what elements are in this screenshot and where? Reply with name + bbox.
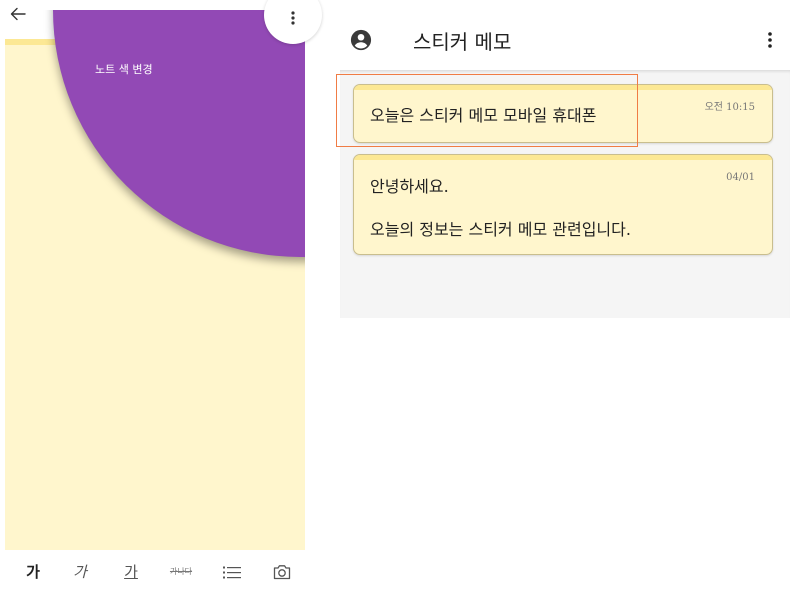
- strikethrough-button[interactable]: 가나다: [161, 557, 201, 587]
- note-card[interactable]: 안녕하세요. 오늘의 정보는 스티커 메모 관련입니다. 04/01: [353, 154, 773, 255]
- italic-button[interactable]: 가: [62, 557, 98, 587]
- format-toolbar: 가 가 가 가나다: [0, 557, 310, 587]
- color-menu: [5, 10, 305, 550]
- more-vertical-icon: [768, 32, 772, 48]
- account-circle-icon: [350, 29, 372, 51]
- back-button[interactable]: [6, 3, 30, 25]
- more-options-button[interactable]: [762, 28, 778, 52]
- note-color-bar: [354, 155, 772, 160]
- change-note-color-item[interactable]: 노트 색 변경: [95, 63, 153, 77]
- more-vertical-icon: [291, 11, 295, 25]
- account-button[interactable]: [350, 29, 372, 51]
- note-timestamp: 04/01: [726, 172, 755, 183]
- camera-icon: [273, 565, 291, 580]
- underline-button[interactable]: 가: [113, 557, 149, 587]
- note-line: 오늘의 정보는 스티커 메모 관련입니다.: [370, 220, 631, 239]
- note-text: 안녕하세요. 오늘의 정보는 스티커 메모 관련입니다.: [370, 176, 631, 241]
- color-menu-panel: [53, 10, 305, 257]
- note-timestamp: 오전 10:15: [704, 102, 755, 113]
- highlight-box: [336, 74, 638, 147]
- add-image-button[interactable]: [264, 557, 300, 587]
- page-title: 스티커 메모: [413, 30, 512, 54]
- arrow-left-icon: [10, 7, 26, 21]
- note-line: 안녕하세요.: [370, 177, 449, 196]
- bulleted-list-button[interactable]: [214, 557, 250, 587]
- note-editor: 노트 색 변경 가 가 가 가나다: [0, 0, 330, 596]
- list-icon: [223, 566, 241, 578]
- notes-list-screen: 스티커 메모 오늘은 스티커 메모 모바일 휴대폰 오전 10:15 안녕하세요…: [336, 0, 794, 596]
- bold-button[interactable]: 가: [15, 557, 51, 587]
